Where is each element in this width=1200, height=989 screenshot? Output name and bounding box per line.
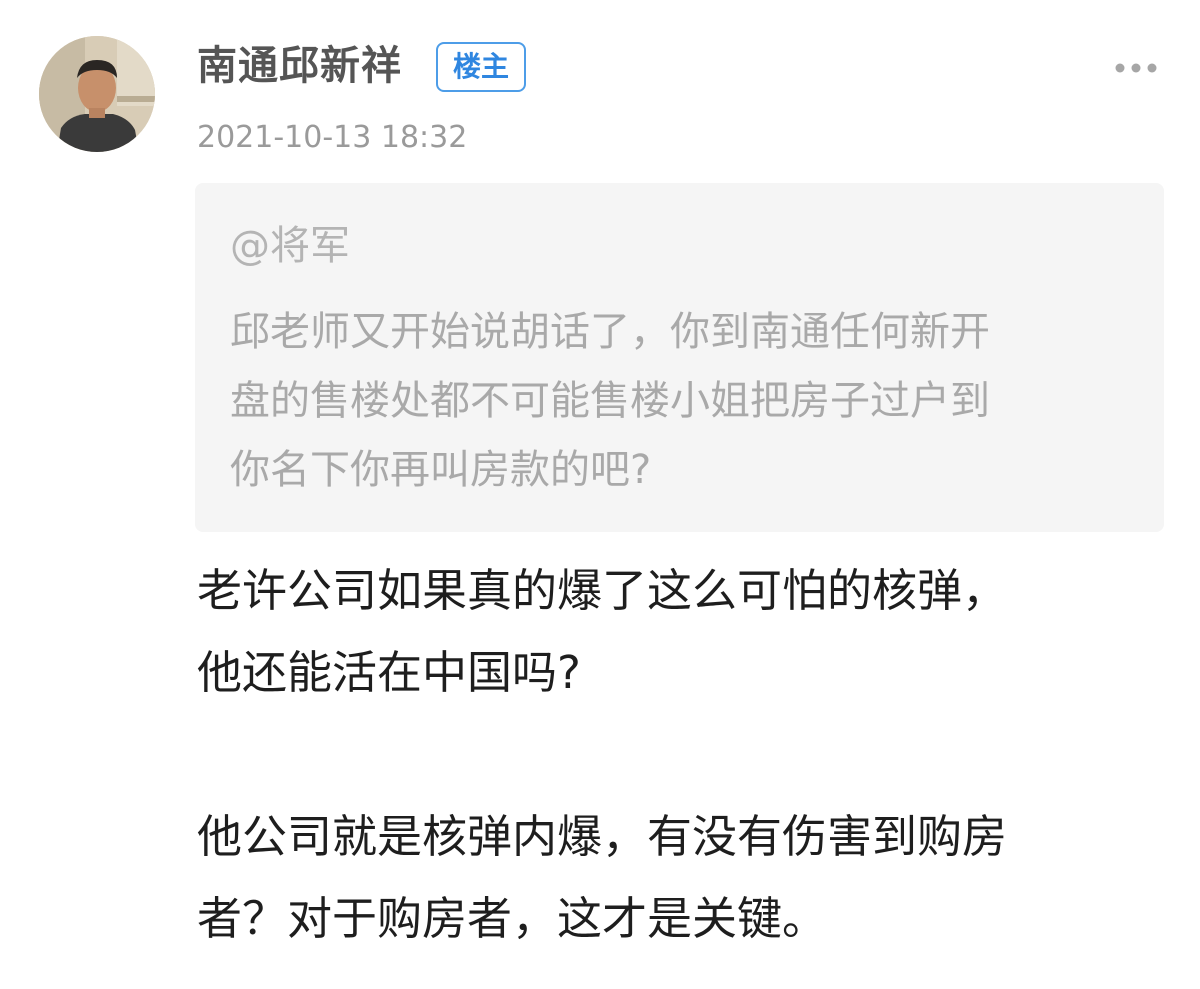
quote-line: 你名下你再叫房款的吧? — [230, 447, 652, 493]
author-avatar[interactable] — [39, 36, 155, 152]
post-body-line: 者？对于购房者，这才是关键。 — [197, 892, 828, 945]
original-poster-badge: 楼主 — [436, 42, 526, 92]
avatar-photo — [39, 36, 155, 152]
quote-mention[interactable]: @将军 — [230, 218, 350, 274]
quote-line: 盘的售楼处都不可能售楼小姐把房子过户到 — [230, 378, 990, 424]
more-dots-icon — [1115, 63, 1157, 73]
quote-text: 邱老师又开始说胡话了，你到南通任何新开 盘的售楼处都不可能售楼小姐把房子过户到 … — [230, 298, 1110, 505]
quote-line: 邱老师又开始说胡话了，你到南通任何新开 — [230, 309, 990, 355]
post-timestamp: 2021-10-13 18:32 — [197, 120, 468, 155]
author-name[interactable]: 南通邱新祥 — [197, 38, 402, 94]
post-body-line: 他还能活在中国吗? — [197, 646, 581, 699]
more-options-button[interactable] — [1114, 56, 1158, 80]
post-body-line: 他公司就是核弹内爆，有没有伤害到购房 — [197, 810, 1008, 863]
post-body-line: 老许公司如果真的爆了这么可怕的核弹， — [197, 564, 1008, 617]
